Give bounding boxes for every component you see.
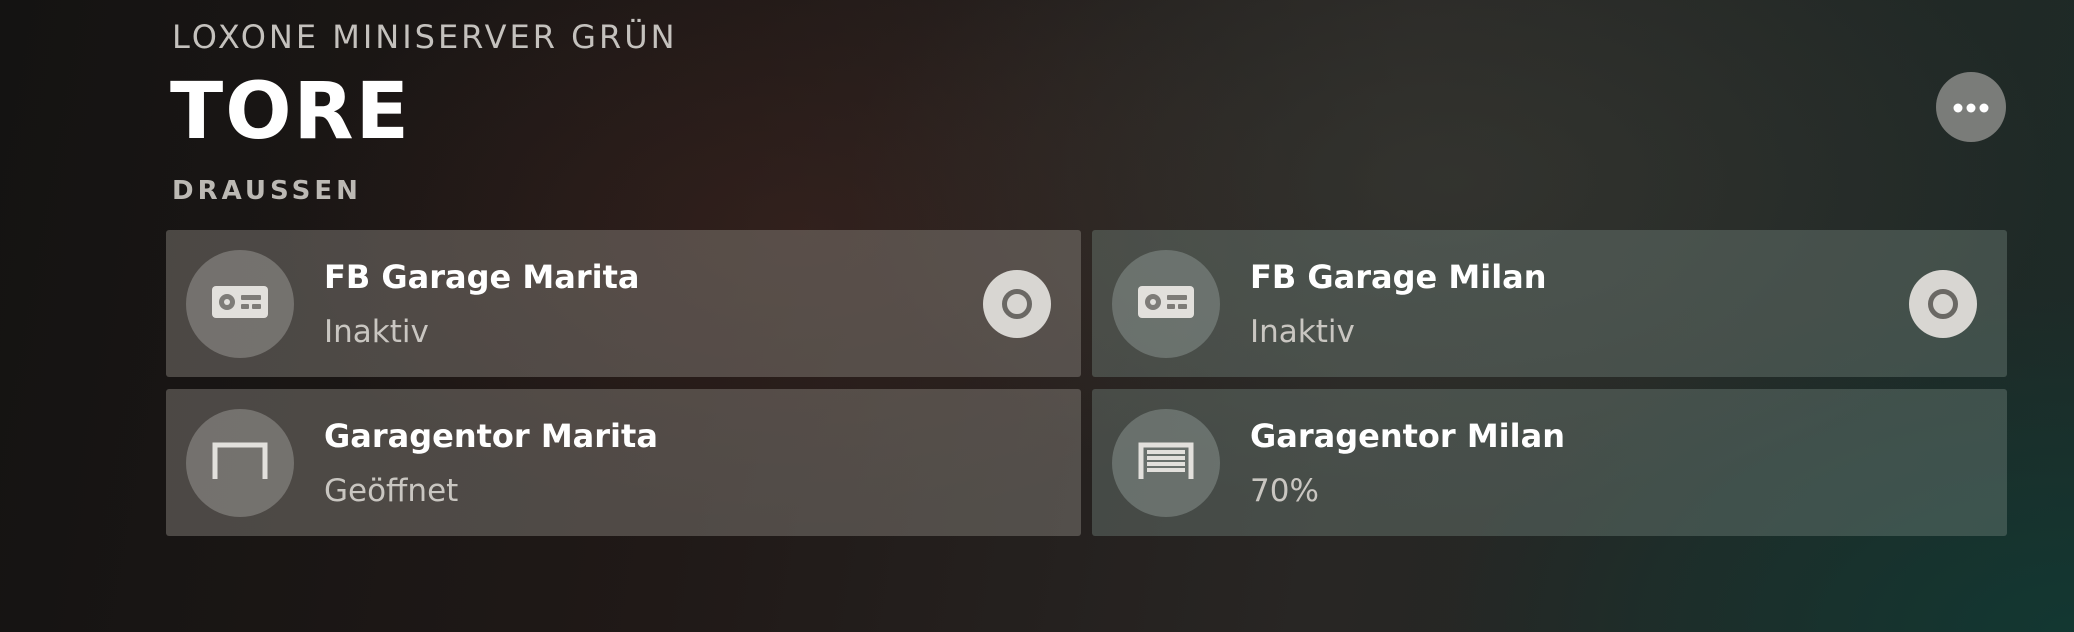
more-horizontal-icon [1953, 98, 1989, 117]
card-title: Garagentor Marita [324, 417, 658, 455]
card-title: Garagentor Milan [1250, 417, 1565, 455]
card-status: Geöffnet [324, 473, 459, 509]
card-status: 70% [1250, 473, 1319, 509]
card-fb-garage-marita[interactable]: FB Garage Marita Inaktiv [166, 230, 1081, 377]
more-options-button[interactable] [1936, 72, 2006, 142]
card-icon-circle [186, 250, 294, 358]
card-status: Inaktiv [1250, 314, 1355, 350]
garage-door-open-icon [211, 441, 269, 485]
card-fb-garage-milan[interactable]: FB Garage Milan Inaktiv [1092, 230, 2007, 377]
page-title: TORE [170, 67, 411, 157]
remote-control-icon [211, 285, 269, 323]
circle-button-icon [1002, 289, 1032, 319]
garage-door-partial-icon [1137, 441, 1195, 485]
card-garagentor-milan[interactable]: Garagentor Milan 70% [1092, 389, 2007, 536]
trigger-button[interactable] [983, 270, 1051, 338]
card-icon-circle [186, 409, 294, 517]
card-icon-circle [1112, 409, 1220, 517]
card-title: FB Garage Marita [324, 258, 640, 296]
trigger-button[interactable] [1909, 270, 1977, 338]
card-status: Inaktiv [324, 314, 429, 350]
server-name: LOXONE MINISERVER GRÜN [172, 18, 678, 56]
card-icon-circle [1112, 250, 1220, 358]
section-label-draussen: DRAUSSEN [172, 176, 362, 206]
circle-button-icon [1928, 289, 1958, 319]
card-title: FB Garage Milan [1250, 258, 1547, 296]
remote-control-icon [1137, 285, 1195, 323]
card-garagentor-marita[interactable]: Garagentor Marita Geöffnet [166, 389, 1081, 536]
